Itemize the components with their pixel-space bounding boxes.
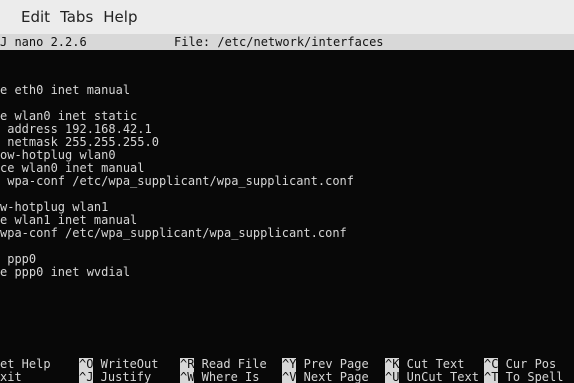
editor-line: ce wlan0 inet manual	[0, 162, 145, 175]
shortcut-bar: et Help ^O WriteOut ^R Read File ^Y Prev…	[0, 358, 574, 383]
menu-bar: Edit Tabs Help	[0, 0, 574, 34]
nano-title-bar: J nano 2.2.6 File: /etc/network/interfac…	[0, 34, 574, 50]
editor-line: e eth0 inet manual	[0, 84, 131, 97]
shortcut-key: ^V	[282, 370, 297, 383]
shortcut-label: xit	[0, 370, 22, 383]
editor-line: address 192.168.42.1	[0, 123, 152, 136]
menu-edit[interactable]: Edit	[21, 8, 50, 26]
editor-line: ppp0	[0, 253, 37, 266]
shortcut-label: Next Page	[296, 370, 369, 383]
shortcut-next-page[interactable]: ^V Next Page	[282, 370, 369, 383]
menu-tabs[interactable]: Tabs	[60, 8, 93, 26]
shortcut-key: ^U	[385, 370, 400, 383]
shortcut-label: To Spell	[498, 370, 564, 383]
shortcut-to-spell[interactable]: ^T To Spell	[484, 370, 564, 383]
editor-line: wpa-conf /etc/wpa_supplicant/wpa_supplic…	[0, 227, 347, 240]
editor-line: netmask 255.255.255.0	[0, 136, 159, 149]
editor-line: e wlan1 inet manual	[0, 214, 138, 227]
shortcut-key: ^J	[79, 370, 94, 383]
shortcut-key: ^W	[180, 370, 195, 383]
shortcut-uncut-text[interactable]: ^U UnCut Text	[385, 370, 479, 383]
shortcut-where-is[interactable]: ^W Where Is	[180, 370, 260, 383]
menu-help[interactable]: Help	[103, 8, 137, 26]
shortcut-label: Justify	[93, 370, 152, 383]
editor-line: ow-hotplug wlan0	[0, 149, 116, 162]
editor-text-area[interactable]: e eth0 inet manual e wlan0 inet static a…	[0, 58, 574, 348]
terminal-window: Edit Tabs Help J nano 2.2.6 File: /etc/n…	[0, 0, 574, 383]
editor-line: w-hotplug wlan1	[0, 201, 109, 214]
shortcut-label: UnCut Text	[399, 370, 479, 383]
nano-version: J nano 2.2.6	[0, 35, 87, 49]
editor-line: wpa-conf /etc/wpa_supplicant/wpa_supplic…	[0, 175, 355, 188]
shortcut-label: Where Is	[194, 370, 260, 383]
shortcut-key: ^T	[484, 370, 499, 383]
nano-file-name: File: /etc/network/interfaces	[174, 35, 384, 49]
editor-line: e ppp0 inet wvdial	[0, 266, 131, 279]
editor-line: e wlan0 inet static	[0, 110, 138, 123]
shortcut-justify[interactable]: ^J Justify	[79, 370, 152, 383]
shortcut-exit[interactable]: xit	[0, 371, 22, 383]
